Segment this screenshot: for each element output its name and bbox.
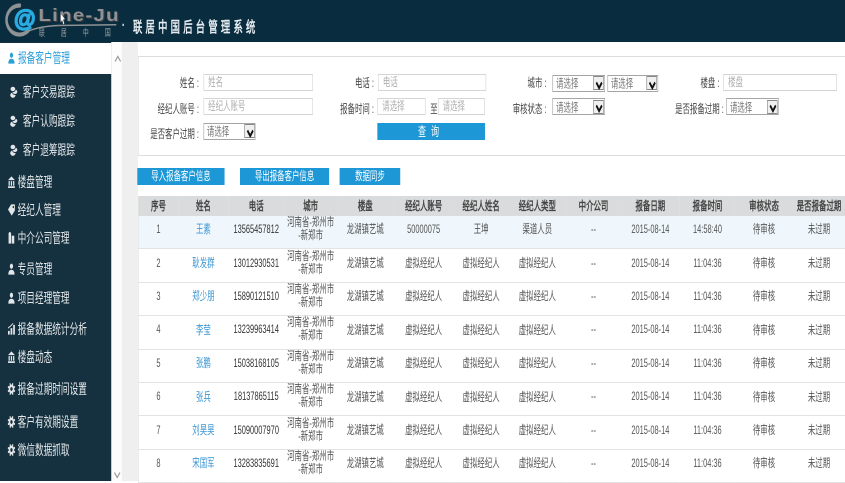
svg-text:@: @ [14,6,36,32]
